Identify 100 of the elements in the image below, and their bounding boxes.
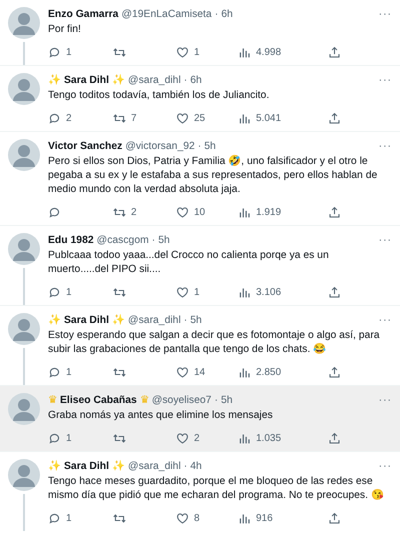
like-button[interactable]: 8	[176, 510, 200, 526]
action-count: 8	[194, 512, 200, 526]
share-button[interactable]	[328, 46, 341, 58]
user-handle[interactable]: @victorsan_92	[125, 139, 195, 154]
name-emoji: ✨	[48, 73, 61, 88]
user-name[interactable]: Victor Sanchez	[48, 139, 122, 154]
share-button[interactable]	[328, 512, 341, 524]
avatar[interactable]	[8, 459, 40, 491]
retweet-button[interactable]	[113, 46, 126, 58]
like-button[interactable]: 10	[176, 204, 206, 220]
post-time[interactable]: 5h	[158, 233, 170, 248]
views-button[interactable]: 4.998	[238, 44, 282, 60]
action-count: 25	[194, 112, 206, 126]
like-button[interactable]: 14	[176, 364, 206, 380]
avatar[interactable]	[8, 73, 40, 105]
share-button[interactable]	[328, 432, 341, 444]
more-options-icon[interactable]: ···	[378, 233, 392, 248]
views-button[interactable]: 916	[238, 510, 273, 526]
heart-icon	[176, 46, 189, 58]
views-button[interactable]: 1.035	[238, 430, 282, 446]
separator-dot: ·	[184, 314, 188, 328]
share-button[interactable]	[328, 112, 341, 124]
more-options-icon[interactable]: ···	[378, 139, 392, 154]
user-name[interactable]: Edu 1982	[48, 233, 94, 248]
more-options-icon[interactable]: ···	[378, 7, 392, 22]
tweet-text: Graba nomás ya antes que elimine los mensajes	[48, 409, 274, 423]
views-button[interactable]: 5.041	[238, 110, 282, 126]
user-handle[interactable]: @cascgom	[96, 233, 149, 248]
user-name[interactable]: Enzo Gamarra	[48, 7, 118, 22]
retweet-button[interactable]	[113, 286, 126, 298]
share-icon	[328, 366, 341, 378]
avatar[interactable]	[8, 139, 40, 171]
user-name[interactable]: Sara Dihl	[64, 459, 110, 474]
retweet-button[interactable]	[113, 366, 126, 378]
user-handle[interactable]: @sara_dihl	[128, 313, 181, 328]
heart-icon	[176, 366, 189, 378]
post-time[interactable]: 6h	[190, 73, 202, 88]
retweet-icon	[113, 512, 126, 524]
action-count: 1.919	[256, 206, 282, 220]
reply-icon	[48, 46, 61, 58]
avatar[interactable]	[8, 7, 40, 39]
separator-dot: ·	[184, 74, 188, 88]
retweet-icon	[113, 366, 126, 378]
separator-dot: ·	[214, 8, 218, 22]
separator-dot: ·	[184, 460, 188, 474]
share-button[interactable]	[328, 286, 341, 298]
name-emoji: ✨	[48, 313, 61, 328]
reply-button[interactable]	[48, 206, 61, 218]
tweet-text: Estoy esperando que salgan a decir que es fotomontaje o algo así, para subir las grabaciones de pantalla que tengo de los chats. 😂	[48, 329, 381, 357]
user-handle[interactable]: @soyeliseo7	[152, 393, 212, 408]
user-handle[interactable]: @sara_dihl	[128, 73, 181, 88]
action-count: 5.041	[256, 112, 282, 126]
avatar[interactable]	[8, 313, 40, 345]
separator-dot: ·	[152, 234, 156, 248]
more-options-icon[interactable]: ···	[378, 73, 392, 88]
user-name[interactable]: Sara Dihl	[64, 73, 110, 88]
retweet-button[interactable]: 2	[113, 204, 137, 220]
avatar[interactable]	[8, 233, 40, 265]
retweet-button[interactable]	[113, 512, 126, 524]
name-emoji: ♛	[140, 394, 149, 408]
name-emoji: ✨	[48, 459, 61, 474]
views-button[interactable]: 1.919	[238, 204, 282, 220]
retweet-button[interactable]	[113, 432, 126, 444]
like-button[interactable]: 2	[176, 430, 200, 446]
more-options-icon[interactable]: ···	[378, 459, 392, 474]
user-handle[interactable]: @sara_dihl	[128, 459, 181, 474]
action-count: 2	[66, 112, 72, 126]
more-options-icon[interactable]: ···	[378, 393, 392, 408]
user-name[interactable]: Eliseo Cabañas	[60, 393, 137, 408]
views-button[interactable]: 3.106	[238, 284, 282, 300]
post-time[interactable]: 5h	[190, 313, 202, 328]
like-button[interactable]: 1	[176, 284, 200, 300]
action-count: 1	[66, 512, 72, 526]
avatar[interactable]	[8, 393, 40, 425]
like-button[interactable]: 1	[176, 44, 200, 60]
reply-button[interactable]: 1	[48, 430, 72, 446]
views-button[interactable]: 2.850	[238, 364, 282, 380]
action-count: 1	[194, 46, 200, 60]
reply-icon	[48, 286, 61, 298]
action-count: 7	[131, 112, 137, 126]
reply-button[interactable]: 1	[48, 44, 72, 60]
share-button[interactable]	[328, 206, 341, 218]
user-name[interactable]: Sara Dihl	[64, 313, 110, 328]
post-time[interactable]: 5h	[220, 393, 232, 408]
reply-button[interactable]: 2	[48, 110, 72, 126]
post-time[interactable]: 6h	[221, 7, 233, 22]
retweet-icon	[113, 112, 126, 124]
reply-icon	[48, 366, 61, 378]
post-time[interactable]: 5h	[204, 139, 216, 154]
like-button[interactable]: 25	[176, 110, 206, 126]
action-count: 10	[194, 206, 206, 220]
share-button[interactable]	[328, 366, 341, 378]
user-handle[interactable]: @19EnLaCamiseta	[121, 7, 212, 22]
tweet-text: Publcaaa todoo yaaa...del Crocco no calienta porqe ya es un muerto.....del PIPO sii....	[48, 249, 330, 277]
retweet-button[interactable]: 7	[113, 110, 137, 126]
more-options-icon[interactable]: ···	[378, 313, 392, 328]
reply-button[interactable]: 1	[48, 364, 72, 380]
reply-button[interactable]: 1	[48, 510, 72, 526]
reply-button[interactable]: 1	[48, 284, 72, 300]
post-time[interactable]: 4h	[190, 459, 202, 474]
